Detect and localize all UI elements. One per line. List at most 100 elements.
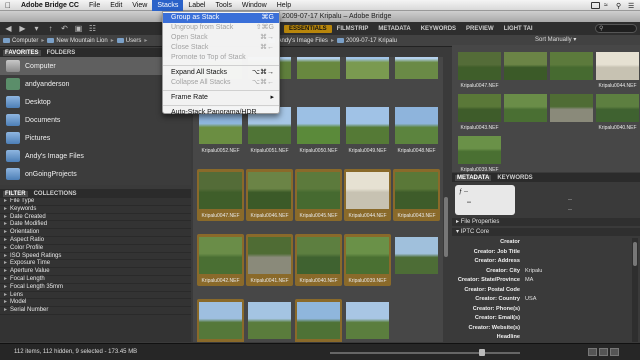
workspace-filmstrip[interactable]: FILMSTRIP (332, 26, 374, 32)
metadata-value[interactable]: MA (525, 276, 533, 286)
filter-item[interactable]: ▸ Focal Length 35mm (0, 284, 191, 292)
menu-label[interactable]: Label (183, 0, 210, 11)
filter-item[interactable]: ▸ Focal Length (0, 276, 191, 284)
menu-item[interactable]: Group as Stack ⌘G (163, 13, 279, 23)
iptc-core-section[interactable]: ▾ IPTC Core (452, 228, 640, 236)
tab-collections[interactable]: COLLECTIONS (34, 191, 77, 197)
zoom-slider-thumb[interactable] (479, 349, 485, 356)
boomerang-icon[interactable]: ↶ (59, 23, 70, 34)
favorite-item[interactable]: Pictures (0, 129, 191, 147)
refine-icon[interactable]: ☷ (87, 23, 98, 34)
thumbnail[interactable]: Kripalu0042.NEF (197, 234, 244, 286)
favorite-item[interactable]: onGoingProjects (0, 165, 191, 183)
preview-thumbnail[interactable]: Kripalu0040.NEF (594, 91, 640, 133)
crumb-users[interactable]: Users (116, 38, 141, 44)
apple-icon[interactable]:  (0, 1, 16, 10)
menu-tools[interactable]: Tools (211, 0, 237, 11)
preview-thumbnail[interactable]: Kripalu0047.NEF (456, 49, 503, 91)
workspace-keywords[interactable]: KEYWORDS (416, 26, 461, 32)
crumb-current-folder[interactable]: 2009-07-17 Kripalu (336, 38, 397, 44)
metadata-row[interactable]: Creator: Postal Code (452, 286, 632, 296)
metadata-value[interactable]: USA (525, 295, 537, 305)
crumb-volume[interactable]: New Mountain Lion (47, 38, 108, 44)
content-scrollbar[interactable] (443, 57, 449, 342)
grid-view-icon[interactable] (588, 348, 597, 356)
preview-thumbnail[interactable] (502, 91, 549, 133)
favorite-item[interactable]: Andy's Image Files (0, 147, 191, 165)
thumbnail[interactable]: Kripalu0050.NEF (295, 104, 342, 156)
preview-thumbnail[interactable] (548, 91, 595, 133)
search-input[interactable]: ⚲ (595, 24, 637, 33)
filter-item[interactable]: ▸ Date Modified (0, 221, 191, 230)
thumbnail[interactable]: Kripalu0040.NEF (295, 234, 342, 286)
filter-item[interactable]: ▸ Model (0, 299, 191, 308)
thumbnail[interactable]: Kripalu0047.NEF (197, 169, 244, 221)
scrollbar-thumb[interactable] (444, 197, 448, 257)
spotlight-icon[interactable]: ⚲ (616, 2, 624, 10)
metadata-scrollbar[interactable] (632, 238, 638, 342)
back-icon[interactable]: ◀ (3, 23, 14, 34)
filter-item[interactable]: ▸ Aspect Ratio (0, 237, 191, 245)
filter-item[interactable]: ▸ Date Created (0, 214, 191, 222)
metadata-row[interactable]: Creator: State/Province MA (452, 276, 632, 286)
menu-view[interactable]: View (127, 0, 152, 11)
thumbnail[interactable]: Kripalu0049.NEF (344, 104, 391, 156)
thumbnail[interactable]: Kripalu0048.NEF (393, 104, 440, 156)
metadata-row[interactable]: Creator: City Kripalu (452, 267, 632, 277)
wifi-icon[interactable]: ≈ (604, 2, 612, 9)
tab-keywords[interactable]: KEYWORDS (497, 175, 532, 181)
details-view-icon[interactable] (599, 348, 608, 356)
thumbnail[interactable]: Kripalu0039.NEF (344, 234, 391, 286)
filter-item[interactable]: ▸ Color Profile (0, 245, 191, 253)
filter-item[interactable]: ▸ Orientation (0, 229, 191, 237)
thumbnail[interactable] (393, 57, 440, 91)
crumb-computer[interactable]: Computer (3, 38, 38, 44)
thumbnail[interactable] (197, 299, 244, 342)
metadata-row[interactable]: Creator: Email(s) (452, 314, 632, 324)
thumbnail[interactable]: Kripalu0046.NEF (246, 169, 293, 221)
thumbnail[interactable] (295, 299, 342, 342)
menu-app[interactable]: Adobe Bridge CC (16, 0, 84, 11)
preview-thumbnail[interactable]: Kripalu0044.NEF (594, 49, 640, 91)
metadata-row[interactable]: Creator: Website(s) (452, 324, 632, 334)
workspace-light-table[interactable]: LIGHT TAI (499, 26, 538, 32)
filter-item[interactable]: ▸ ISO Speed Ratings (0, 253, 191, 261)
tab-filter[interactable]: FILTER (3, 190, 28, 197)
metadata-row[interactable]: Creator: Country USA (452, 295, 632, 305)
menu-stacks[interactable]: Stacks (152, 0, 184, 11)
metadata-row[interactable]: Creator: Job Title (452, 248, 632, 258)
sort-dropdown[interactable]: Sort Manually ▾ (535, 36, 576, 43)
recent-icon[interactable]: ▾ (31, 23, 42, 34)
menu-file[interactable]: File (84, 0, 105, 11)
tab-folders[interactable]: FOLDERS (47, 50, 76, 56)
metadata-row[interactable]: Headline (452, 333, 632, 342)
workspace-preview[interactable]: PREVIEW (461, 26, 499, 32)
forward-icon[interactable]: ▶ (17, 23, 28, 34)
filter-item[interactable]: ▸ Serial Number (0, 307, 191, 315)
preview-thumbnail[interactable]: Kripalu0039.NEF (456, 133, 503, 175)
filter-item[interactable]: ▸ Keywords (0, 206, 191, 214)
thumbnail-zoom-slider[interactable] (330, 352, 520, 354)
camera-icon[interactable]: ▣ (73, 23, 84, 34)
metadata-value[interactable]: Kripalu (525, 267, 542, 277)
menu-help[interactable]: Help (272, 0, 296, 11)
thumbnail[interactable] (393, 234, 440, 286)
filter-item[interactable]: ▸ Exposure Time (0, 260, 191, 269)
filter-item[interactable]: ▸ Lens (0, 292, 191, 300)
battery-icon[interactable] (591, 1, 600, 9)
thumbnail[interactable] (246, 299, 293, 342)
preview-thumbnail[interactable] (548, 49, 595, 91)
menu-window[interactable]: Window (237, 0, 272, 11)
workspace-metadata[interactable]: METADATA (373, 26, 415, 32)
up-folder-icon[interactable]: ↑ (45, 23, 56, 34)
thumbnail[interactable] (344, 299, 391, 342)
metadata-row[interactable]: Creator: Address (452, 257, 632, 267)
scrollbar-thumb[interactable] (633, 242, 637, 266)
thumbnail[interactable]: Kripalu0041.NEF (246, 234, 293, 286)
filter-item[interactable]: ▸ Aperture Value (0, 268, 191, 276)
list-icon[interactable]: ☰ (628, 2, 636, 10)
list-view-icon[interactable] (610, 348, 619, 356)
menu-item[interactable]: Expand All Stacks ⌥⌘→ (163, 68, 279, 78)
menu-edit[interactable]: Edit (105, 0, 127, 11)
menu-item[interactable]: Frame Rate ▸ (163, 93, 279, 103)
